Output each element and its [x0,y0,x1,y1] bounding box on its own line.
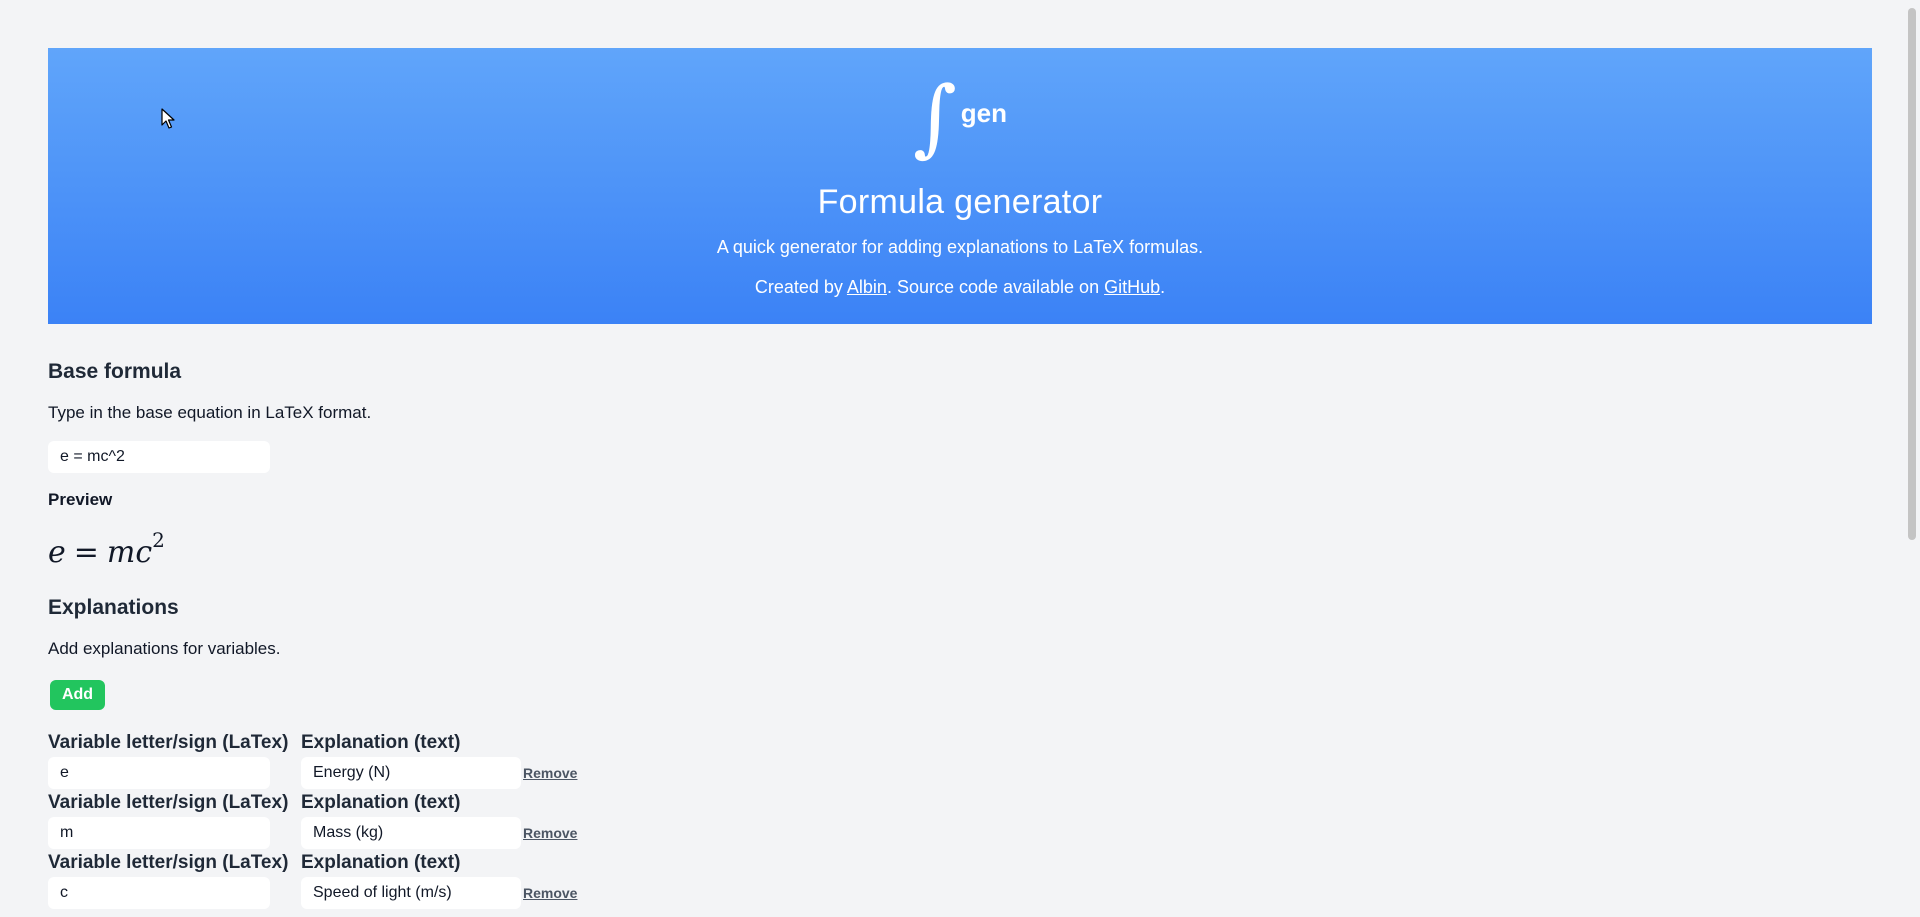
base-formula-heading: Base formula [48,360,182,383]
hero-banner: ∫ gen Formula generator A quick generato… [48,48,1872,324]
scrollbar-thumb[interactable] [1908,8,1916,540]
mouse-pointer-icon [161,108,175,129]
explanation-header: Explanation (text) [301,852,461,873]
github-link[interactable]: GitHub [1104,277,1160,297]
explanations-heading: Explanations [48,596,179,619]
page-title: Formula generator [817,183,1103,221]
integral-icon: ∫ [913,68,957,166]
remove-button[interactable]: Remove [523,825,577,841]
logo: ∫ gen [48,74,1872,164]
explanation-header: Explanation (text) [301,732,461,753]
credits-line: Created by Albin. Source code available … [48,277,1872,298]
explanation-header: Explanation (text) [301,792,461,813]
base-formula-description: Type in the base equation in LaTeX forma… [48,403,372,422]
variable-header: Variable letter/sign (LaTex) [48,732,289,753]
variable-input[interactable] [48,757,270,789]
preview-exponent: 2 [152,528,165,552]
remove-button[interactable]: Remove [523,885,577,901]
preview-rhs: mc [106,535,153,570]
remove-button[interactable]: Remove [523,765,577,781]
explanation-input[interactable] [301,817,521,849]
variable-header: Variable letter/sign (LaTex) [48,792,289,813]
variable-input[interactable] [48,817,270,849]
formula-generator-page: ∫ gen Formula generator A quick generato… [0,0,1920,917]
preview-lhs: e [48,535,66,570]
variable-header: Variable letter/sign (LaTex) [48,852,289,873]
preview-equals: = [73,535,99,570]
base-formula-input[interactable] [48,441,270,473]
logo-text: gen [960,97,1007,128]
variable-input[interactable] [48,877,270,909]
explanation-input[interactable] [301,877,521,909]
vertical-scrollbar[interactable] [1904,0,1920,917]
formula-preview: e = mc2 [48,528,165,570]
explanations-description: Add explanations for variables. [48,639,281,658]
explanation-input[interactable] [301,757,521,789]
add-explanation-button[interactable]: Add [50,680,105,710]
credits-middle: . Source code available on [886,277,1105,297]
page-subtitle: A quick generator for adding explanation… [716,237,1204,257]
credits-prefix: Created by [754,277,847,297]
credits-suffix: . [1160,277,1166,297]
author-link[interactable]: Albin [847,277,887,297]
preview-label: Preview [48,490,113,509]
